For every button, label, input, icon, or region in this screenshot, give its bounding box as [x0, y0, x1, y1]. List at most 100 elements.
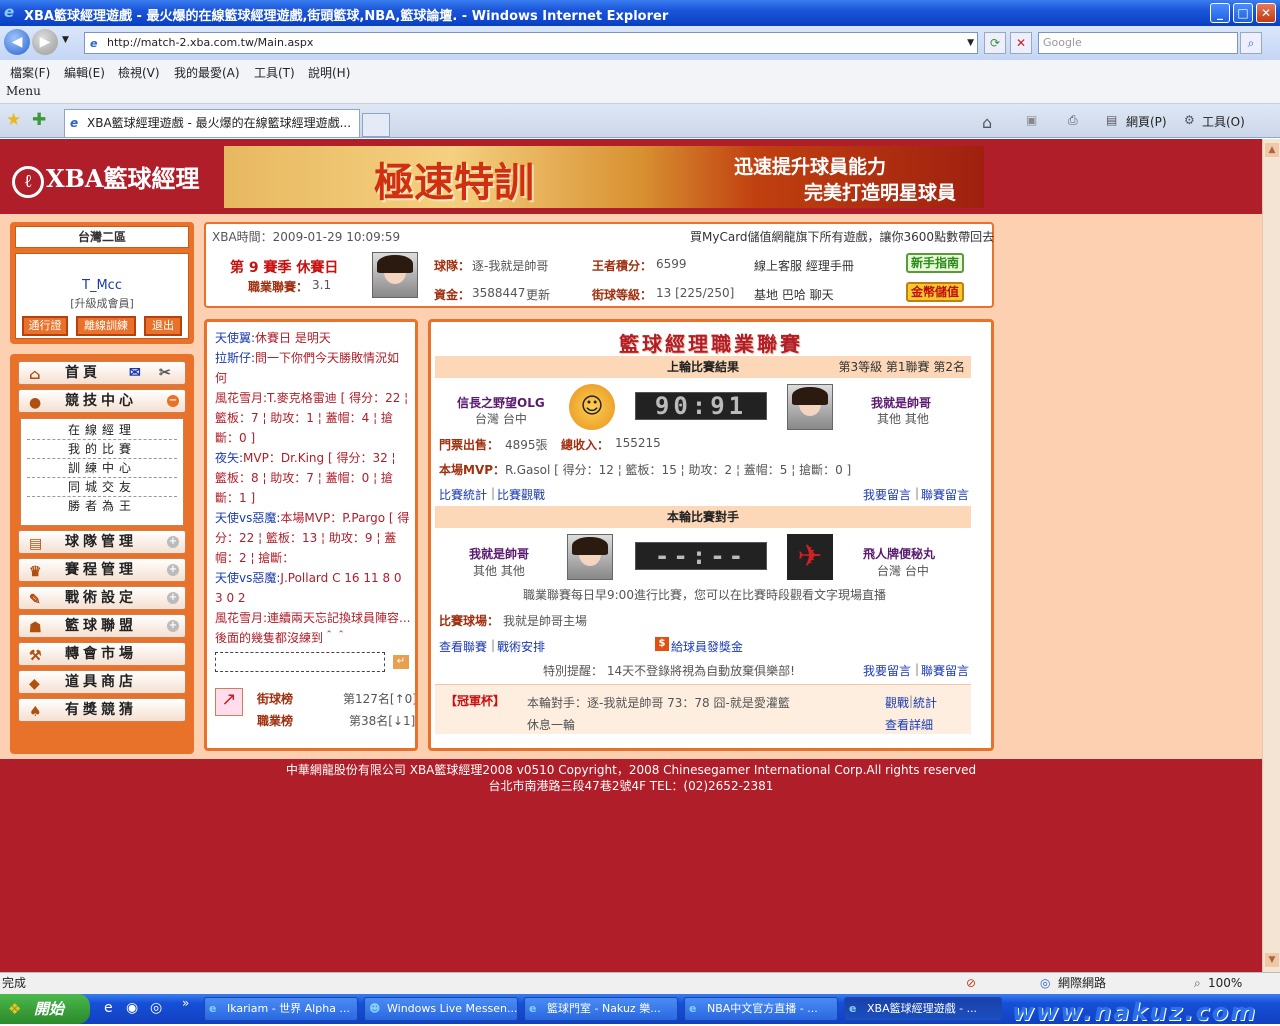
quicklaunch-player-icon[interactable]: ◎ [150, 1000, 162, 1016]
task-xba[interactable]: e XBA籃球經理遊戲 - ... [844, 997, 1002, 1021]
mail-icon[interactable]: ✉ [129, 362, 141, 384]
search-input[interactable]: Google [1038, 32, 1238, 54]
bonus-link[interactable]: 給球員發獎金 [671, 638, 743, 655]
nav-schedule[interactable]: ♛ 賽程管理 + [18, 558, 186, 582]
collapse-icon[interactable]: − [167, 395, 179, 407]
menu-tools[interactable]: 工具(T) [254, 64, 295, 81]
print-icon[interactable]: ⎙ [1068, 113, 1078, 128]
scroll-up-icon[interactable]: ▲ [1265, 143, 1279, 157]
chat-sender[interactable]: 夜矢: [215, 451, 243, 465]
chat-sender[interactable]: 天使翼: [215, 331, 255, 345]
sub-training[interactable]: 訓練中心 [27, 459, 177, 478]
menu-help[interactable]: 說明(H) [308, 64, 350, 81]
nav-tactics[interactable]: ✎ 戰術設定 + [18, 586, 186, 610]
quicklaunch-ie-icon[interactable]: e [104, 1000, 113, 1016]
community-links[interactable]: 基地 巴哈 聊天 [754, 286, 834, 303]
refresh-icon[interactable]: ⟳ [984, 32, 1006, 54]
nav-arena[interactable]: ● 競技中心 − [18, 389, 186, 413]
settings-tools-icon[interactable]: ✂ [159, 362, 171, 384]
chat-sender[interactable]: 天使vs惡魔: [215, 511, 280, 525]
cup-detail-link[interactable]: 查看詳細 [885, 716, 933, 733]
minimize-button[interactable]: _ [1210, 3, 1230, 23]
address-input[interactable]: e http://match-2.xba.com.tw/Main.aspx ▼ [84, 32, 978, 54]
nav-union[interactable]: ☗ 籃球聯盟 + [18, 614, 186, 638]
sub-local-friends[interactable]: 同城交友 [27, 478, 177, 497]
task-messenger[interactable]: ☻ Windows Live Messen... [364, 997, 518, 1021]
feeds-icon[interactable]: ▣ [1026, 113, 1037, 127]
task-nba[interactable]: e NBA中文官方直播 - ... [684, 997, 838, 1021]
chat-sender[interactable]: 天使vs惡魔: [215, 571, 280, 585]
street-rank-label[interactable]: 街球榜 [257, 690, 293, 707]
comment-link-2[interactable]: 我要留言 [863, 662, 911, 679]
mycard-link[interactable]: 買MyCard儲值網龍旗下所有遊戲，讓你3600點數帶回去 [690, 228, 994, 245]
task-nakuz[interactable]: e 籃球門室 - Nakuz 樂... [524, 997, 678, 1021]
maximize-button[interactable]: □ [1233, 3, 1253, 23]
pass-button[interactable]: 通行證 [22, 316, 68, 336]
away-team-name[interactable]: 我就是帥哥 [871, 394, 931, 411]
chat-input[interactable] [215, 652, 385, 672]
sub-winner[interactable]: 勝者為王 [27, 497, 177, 516]
nav-team[interactable]: ▤ 球隊管理 + [18, 530, 186, 554]
cup-stats-link[interactable]: 統計 [913, 694, 937, 711]
nav-transfer[interactable]: ⚒ 轉會市場 [18, 642, 186, 666]
tactics-link[interactable]: 戰術安排 [497, 638, 545, 655]
cup-watch-link[interactable]: 觀戰 [885, 694, 909, 711]
expand-icon[interactable]: + [167, 564, 179, 576]
history-dropdown-icon[interactable]: ▼ [62, 35, 69, 45]
gold-topup-button[interactable]: 金幣儲值 [906, 282, 964, 302]
close-button[interactable]: ✕ [1256, 3, 1276, 23]
chat-sender[interactable]: 拉斯仔: [215, 351, 255, 365]
chat-send-button[interactable]: ↵ [393, 655, 409, 669]
add-favorite-icon[interactable]: ✚ [32, 110, 46, 130]
expand-icon[interactable]: + [167, 620, 179, 632]
scroll-down-icon[interactable]: ▼ [1265, 953, 1279, 967]
menu-favorites[interactable]: 我的最愛(A) [174, 64, 240, 81]
new-tab-button[interactable] [362, 113, 390, 137]
forward-button[interactable]: ▶ [32, 29, 58, 55]
vertical-scrollbar[interactable]: ▲ ▼ [1262, 139, 1280, 972]
menu-view[interactable]: 檢視(V) [118, 64, 160, 81]
back-button[interactable]: ◀ [4, 29, 30, 55]
page-menu[interactable]: 網頁(P) [1126, 113, 1167, 130]
home-icon[interactable]: ⌂ [982, 113, 992, 132]
search-icon[interactable]: ⌕ [1240, 32, 1262, 54]
home-team-name[interactable]: 信長之野望OLG [457, 394, 545, 411]
league-comment-link[interactable]: 聯賽留言 [921, 486, 969, 503]
favorites-star-icon[interactable]: ★ [6, 110, 21, 130]
support-links[interactable]: 線上客服 經理手冊 [754, 257, 854, 274]
stop-icon[interactable]: ✕ [1010, 32, 1032, 54]
expand-icon[interactable]: + [167, 536, 179, 548]
opp-away-name[interactable]: 飛人牌便秘丸 [863, 545, 935, 562]
sub-online-manager[interactable]: 在線經理 [27, 421, 177, 440]
opp-home-name[interactable]: 我就是帥哥 [469, 545, 529, 562]
quicklaunch-more-icon[interactable]: » [182, 996, 189, 1010]
user-name[interactable]: T_Mcc [16, 278, 188, 293]
quicklaunch-media-icon[interactable]: ◉ [126, 1000, 138, 1016]
upgrade-link[interactable]: [升級成會員] [16, 295, 188, 311]
menu-file[interactable]: 檔案(F) [10, 64, 50, 81]
update-link[interactable]: 更新 [526, 286, 550, 303]
menu-edit[interactable]: 編輯(E) [64, 64, 105, 81]
nav-home[interactable]: ⌂ 首頁 ✉ ✂ [18, 361, 186, 385]
tab-xba[interactable]: e XBA籃球經理遊戲 - 最火爆的在線籃球經理遊戲... [64, 109, 360, 137]
site-logo[interactable]: ℓ XBA籃球經理 [12, 159, 200, 198]
newbie-guide-button[interactable]: 新手指南 [906, 253, 964, 273]
zoom-level[interactable]: 100% [1208, 973, 1242, 993]
pro-rank-label[interactable]: 職業榜 [257, 712, 293, 729]
expand-icon[interactable]: + [167, 592, 179, 604]
league-comment-link-2[interactable]: 聯賽留言 [921, 662, 969, 679]
sub-my-matches[interactable]: 我的比賽 [27, 440, 177, 459]
nav-lottery[interactable]: ♠ 有獎競猜 [18, 698, 186, 722]
offline-training-button[interactable]: 離線訓練 [76, 316, 136, 336]
address-dropdown-icon[interactable]: ▼ [967, 33, 974, 53]
match-stats-link[interactable]: 比賽統計 [439, 486, 487, 503]
view-league-link[interactable]: 查看聯賽 [439, 638, 487, 655]
start-button[interactable]: ❖ 開始 [0, 994, 90, 1024]
comment-link[interactable]: 我要留言 [863, 486, 911, 503]
task-ikariam[interactable]: e Ikariam - 世界 Alpha ... [204, 997, 358, 1021]
match-watch-link[interactable]: 比賽觀戰 [497, 486, 545, 503]
tools-menu[interactable]: 工具(O) [1202, 113, 1245, 130]
exit-button[interactable]: 退出 [144, 316, 182, 336]
promo-banner[interactable]: 極速特訓 迅速提升球員能力 完美打造明星球員 [224, 146, 984, 208]
team-value[interactable]: 逐-我就是帥哥 [472, 257, 548, 274]
